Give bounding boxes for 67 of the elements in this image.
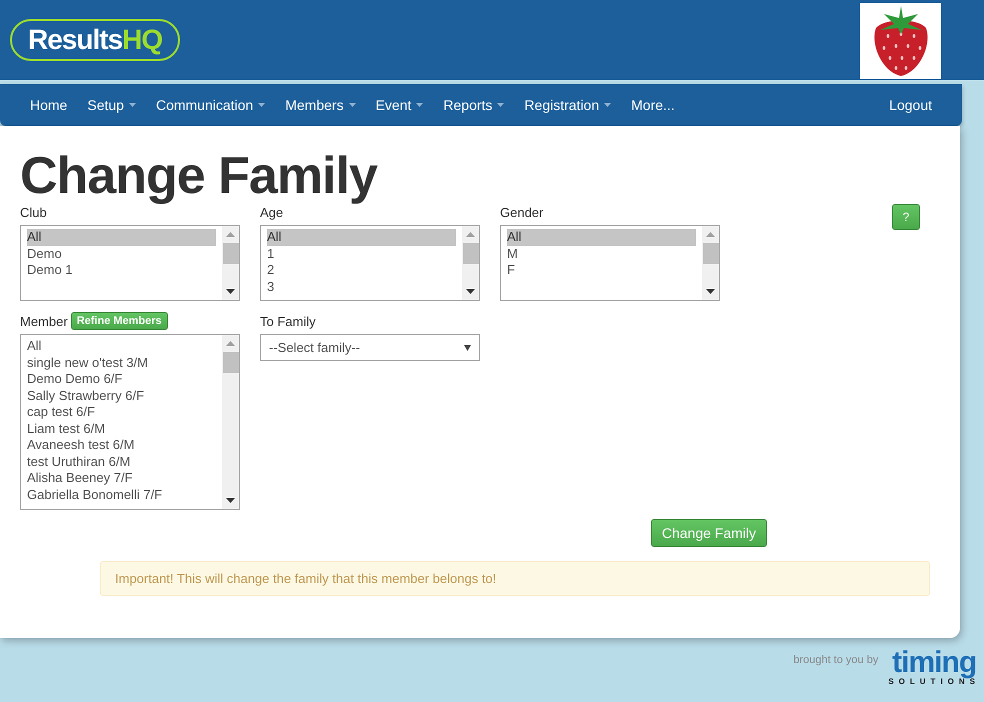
nav-menu-item[interactable]: More... — [621, 97, 685, 113]
list-option[interactable]: single new o'test 3/M — [27, 354, 216, 371]
scroll-thumb[interactable] — [463, 243, 479, 264]
list-option[interactable]: All — [507, 229, 696, 246]
list-option[interactable]: Demo 1 — [27, 262, 216, 278]
list-box[interactable]: All M F — [500, 225, 720, 301]
list-option[interactable]: Demo Demo 6/F — [27, 371, 216, 388]
credit-text: brought to you by — [793, 654, 878, 666]
scrollbar[interactable] — [222, 335, 239, 509]
logout-link[interactable]: Logout — [879, 97, 942, 113]
scroll-up-icon — [466, 232, 475, 237]
scroll-down-icon — [226, 289, 235, 294]
list-option[interactable]: Demo — [27, 246, 216, 262]
scroll-up-icon — [226, 232, 235, 237]
scroll-up-icon — [706, 232, 715, 237]
nav-menu-item[interactable]: Home — [20, 97, 78, 113]
list-option[interactable]: Gabriella Bonomelli 7/F — [27, 486, 216, 503]
caret-icon — [258, 103, 266, 107]
scroll-down-icon — [466, 289, 475, 294]
list-option[interactable]: Liam test 6/M — [27, 420, 216, 437]
page-title: Change Family — [20, 148, 378, 204]
list-option[interactable]: Sally Strawberry 6/F — [27, 388, 216, 404]
list-option[interactable]: F — [507, 262, 696, 278]
caret-icon — [604, 103, 612, 107]
scrollbar[interactable] — [462, 226, 479, 300]
list-option[interactable]: 2 — [267, 262, 456, 278]
list-option[interactable]: 3 — [267, 278, 456, 295]
family-select[interactable]: --Select family-- — [260, 334, 480, 361]
list-option[interactable]: All — [27, 338, 216, 354]
scrollbar[interactable] — [222, 226, 239, 300]
list-option[interactable]: All — [267, 229, 456, 246]
list-box[interactable]: All single new o'test 3/M Demo Demo 6/F Sally Strawberry 6/F cap test 6/F Liam test 6/M Avaneesh test 6/M test Uruthiran 6/M Alisha Beeney 7/F Gabriella Bonomelli 7/F — [20, 334, 240, 510]
scroll-down-icon — [226, 498, 235, 503]
caret-icon — [348, 103, 356, 107]
dropdown-caret-icon — [464, 344, 471, 350]
field-label: Gender — [500, 204, 544, 221]
list-option[interactable]: M — [507, 246, 696, 262]
list-option[interactable]: All — [27, 229, 216, 246]
list-option[interactable]: Alisha Beeney 7/F — [27, 470, 216, 486]
scrollbar[interactable] — [702, 226, 719, 300]
field-label: Club — [20, 204, 48, 221]
field-label: Age — [260, 204, 284, 221]
scroll-thumb[interactable] — [223, 243, 239, 264]
results-logo[interactable]: ResultsHQ — [10, 19, 180, 61]
caret-icon — [497, 103, 504, 107]
scroll-down-icon — [706, 289, 715, 294]
list-box[interactable]: All Demo Demo 1 — [20, 225, 240, 301]
list-box[interactable]: All 1 2 3 — [260, 225, 480, 301]
field-label: Member — [20, 313, 68, 330]
nav-menu-item[interactable]: Members — [275, 97, 366, 113]
list-option[interactable]: 1 — [267, 246, 456, 262]
timing-logo: timing SOLUTIONS — [888, 648, 980, 686]
scroll-thumb[interactable] — [703, 243, 719, 264]
caret-icon — [128, 103, 136, 107]
nav-menu-item[interactable]: Setup — [77, 97, 146, 113]
warning-alert: Important! This will change the family that this member belongs to! — [100, 561, 930, 596]
field-label: To Family — [260, 313, 316, 330]
nav-menu-item[interactable]: Communication — [146, 97, 276, 113]
nav-menu-item[interactable]: Reports — [433, 97, 514, 113]
list-option[interactable]: cap test 6/F — [27, 404, 216, 420]
nav-menu-item[interactable]: Registration — [514, 97, 622, 113]
scroll-up-icon — [226, 341, 235, 346]
caret-icon — [416, 103, 424, 107]
list-option[interactable]: Avaneesh test 6/M — [27, 437, 216, 454]
list-option[interactable]: test Uruthiran 6/M — [27, 454, 216, 470]
nav-menu-item[interactable]: Event — [366, 97, 434, 113]
scroll-thumb[interactable] — [223, 352, 239, 373]
